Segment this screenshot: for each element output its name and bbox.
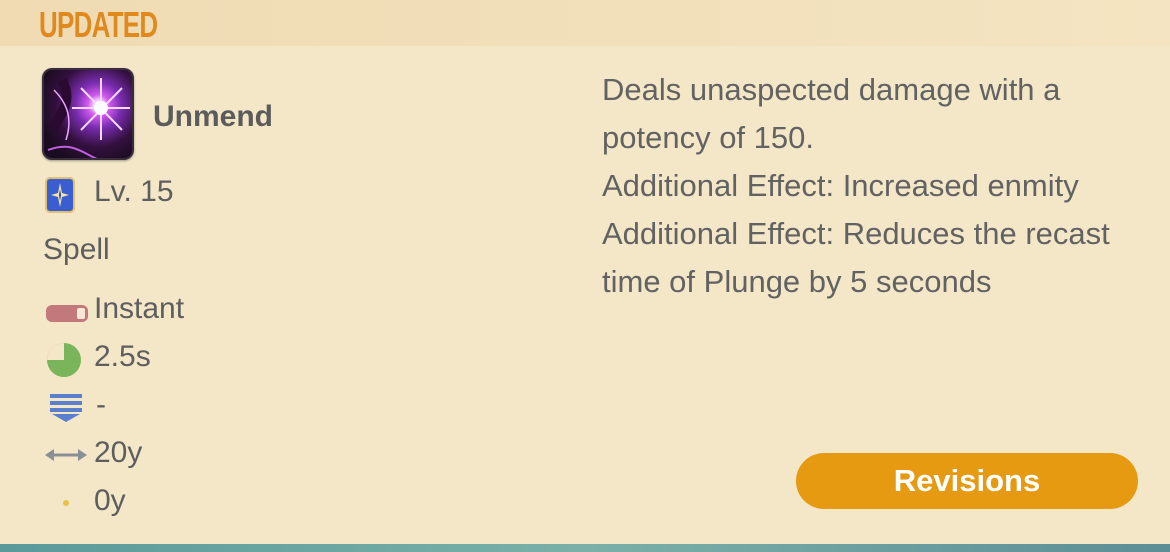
action-type: Spell (43, 233, 110, 266)
mp-cost-icon (50, 394, 82, 422)
radius-dot-icon (63, 500, 69, 506)
mp-cost: - (96, 388, 106, 421)
action-description: Deals unaspected damage with a potency o… (602, 66, 1147, 306)
unmend-action-icon (42, 68, 134, 160)
level-requirement: Lv. 15 (94, 175, 174, 208)
description-line: Deals unaspected damage with a potency o… (602, 72, 1061, 155)
section-header-bar (0, 0, 1170, 46)
range-arrow-icon (45, 449, 87, 461)
description-line: Additional Effect: Reduces the recast ti… (602, 216, 1110, 299)
bottom-edge-strip (0, 544, 1170, 552)
action-radius: 0y (94, 484, 126, 517)
action-name: Unmend (153, 100, 273, 133)
action-range: 20y (94, 436, 143, 469)
revisions-button[interactable]: Revisions (796, 453, 1138, 509)
recast-pie-icon (47, 343, 81, 377)
cast-time: Instant (94, 292, 185, 325)
description-line: Additional Effect: Increased enmity (602, 168, 1079, 203)
cast-bar-icon (46, 305, 88, 322)
dark-knight-job-icon (45, 177, 75, 213)
recast-time: 2.5s (94, 340, 151, 373)
updated-label: UPDATED (39, 4, 158, 45)
